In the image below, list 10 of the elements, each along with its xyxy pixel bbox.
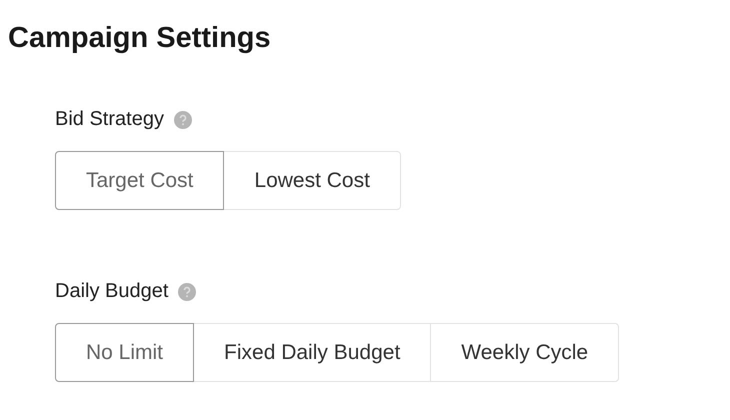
- segment-option[interactable]: Lowest Cost: [223, 151, 401, 210]
- segment-option[interactable]: Fixed Daily Budget: [193, 323, 432, 382]
- section-label: Bid Strategy: [55, 108, 164, 131]
- section-label: Daily Budget: [55, 280, 168, 303]
- help-icon[interactable]: [174, 110, 192, 128]
- segment-option[interactable]: Weekly Cycle: [430, 323, 620, 382]
- page-title: Campaign Settings: [8, 22, 272, 55]
- segment-option[interactable]: No Limit: [55, 323, 194, 382]
- segment-option[interactable]: Target Cost: [55, 151, 224, 210]
- help-icon[interactable]: [178, 282, 196, 300]
